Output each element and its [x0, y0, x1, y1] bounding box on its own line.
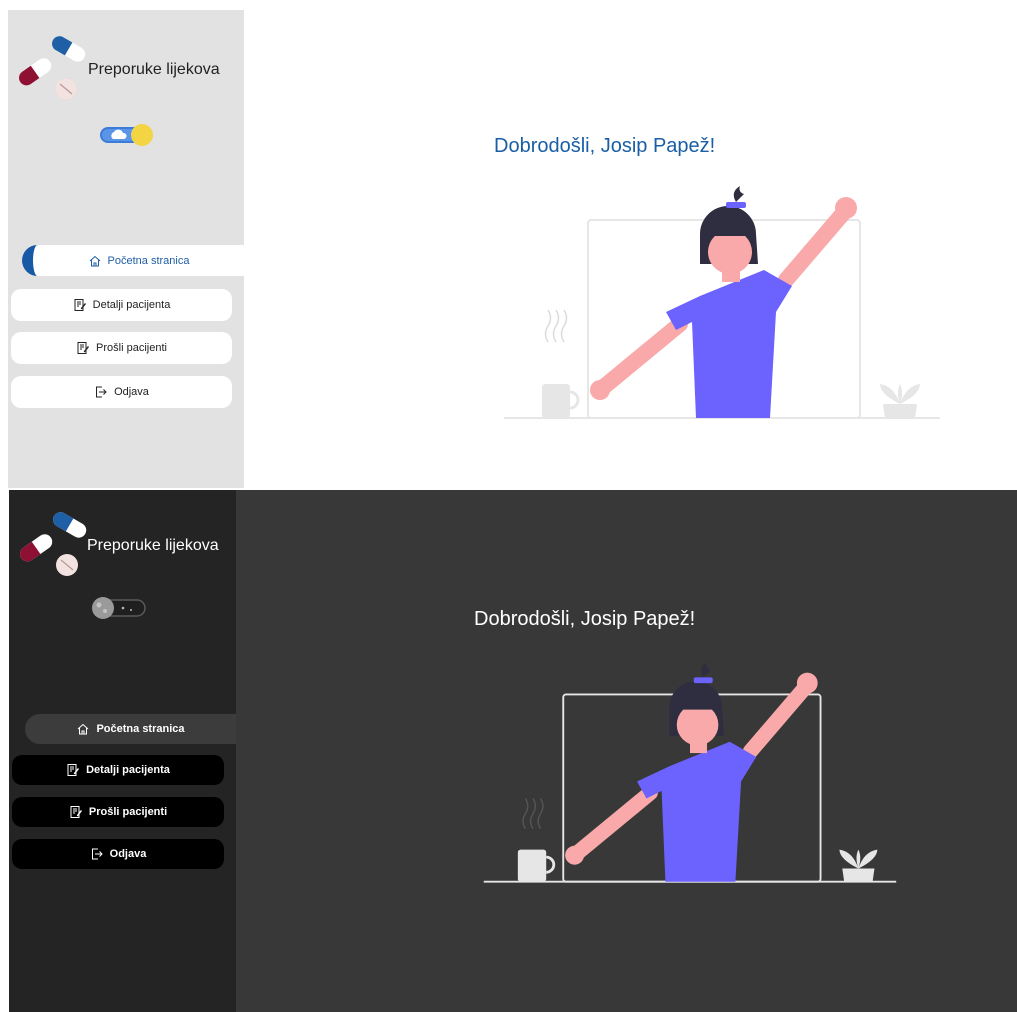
- nav-patient-details-label: Detalji pacijenta: [86, 764, 170, 776]
- theme-toggle[interactable]: [99, 122, 155, 148]
- edit-document-icon: [74, 299, 86, 311]
- pills-logo-icon: [19, 36, 86, 101]
- nav-logout-button[interactable]: Odjava: [12, 839, 224, 869]
- theme-toggle[interactable]: [91, 595, 147, 621]
- welcome-heading: Dobrodošli, Josip Papež!: [474, 608, 696, 630]
- nav-past-patients-label: Prošli pacijenti: [96, 342, 167, 354]
- welcome-heading: Dobrodošli, Josip Papež!: [494, 135, 716, 157]
- dark-theme-screen: Preporuke lijekova Početna stranica Deta…: [0, 490, 1017, 1012]
- nav-logout-button[interactable]: Odjava: [11, 376, 232, 408]
- nav-past-patients-button[interactable]: Prošli pacijenti: [11, 332, 232, 364]
- nav-patient-details-button[interactable]: Detalji pacijenta: [11, 289, 232, 321]
- logout-icon: [96, 386, 107, 398]
- nav-home-button[interactable]: Početna stranica: [22, 245, 244, 276]
- home-icon: [78, 723, 89, 735]
- nav-home-label: Početna stranica: [107, 254, 190, 267]
- sidebar: Preporuke lijekova Početna stranica Deta…: [9, 490, 236, 1012]
- light-theme-screen: Preporuke lijekova Početna stranica Deta…: [0, 0, 1017, 490]
- nav-past-patients-button[interactable]: Prošli pacijenti: [12, 797, 224, 827]
- nav-logout-label: Odjava: [114, 386, 149, 398]
- logout-icon: [91, 848, 103, 860]
- edit-document-icon: [70, 806, 82, 818]
- pills-logo-icon: [20, 512, 87, 576]
- nav-patient-details-label: Detalji pacijenta: [92, 299, 171, 311]
- app-title: Preporuke lijekova: [88, 61, 220, 78]
- nav-past-patients-label: Prošli pacijenti: [88, 806, 168, 818]
- app-title: Preporuke lijekova: [87, 537, 219, 554]
- edit-document-icon: [77, 342, 90, 354]
- nav-home-label: Početna stranica: [96, 723, 185, 735]
- nav-patient-details-button[interactable]: Detalji pacijenta: [12, 755, 224, 785]
- sidebar: Preporuke lijekova Početna stranica Deta…: [8, 10, 244, 488]
- welcome-illustration: [504, 186, 940, 419]
- nav-home-button[interactable]: Početna stranica: [25, 714, 236, 744]
- main-content: Dobrodošli, Josip Papež!: [236, 490, 1017, 1012]
- edit-document-icon: [67, 764, 80, 776]
- nav-logout-label: Odjava: [109, 848, 147, 860]
- home-icon: [89, 255, 100, 266]
- welcome-illustration: [483, 662, 897, 883]
